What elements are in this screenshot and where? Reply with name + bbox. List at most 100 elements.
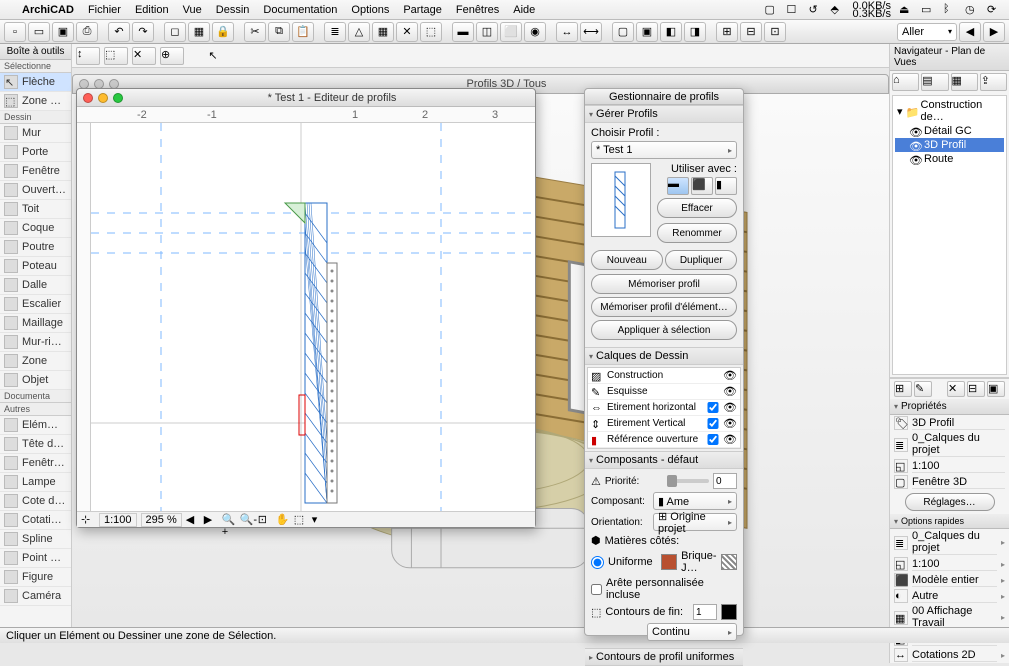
tool-open[interactable]: ▭: [28, 22, 50, 42]
material-swatch[interactable]: [661, 554, 677, 570]
toolbox-section-doc[interactable]: Documenta: [0, 390, 71, 403]
tool-layer[interactable]: ≣: [324, 22, 346, 42]
zoom-in-icon[interactable]: 🔍+: [222, 513, 236, 527]
profile-select[interactable]: * Test 1: [591, 141, 737, 159]
shield-icon[interactable]: ⬘: [830, 3, 844, 17]
reglages-button[interactable]: Réglages…: [905, 493, 995, 511]
menu-fenetres[interactable]: Fenêtres: [456, 4, 499, 16]
zoom-prev-icon[interactable]: ◀: [186, 513, 200, 527]
visibility-icon[interactable]: 👁: [723, 417, 737, 430]
tool-view1[interactable]: ▢: [612, 22, 634, 42]
tool-redo[interactable]: ↷: [132, 22, 154, 42]
quick-scale[interactable]: ◱1:100▸: [890, 556, 1009, 572]
section-calques[interactable]: Calques de Dessin: [585, 347, 743, 365]
use-column-button[interactable]: ▮: [715, 177, 737, 195]
tool-grid[interactable]: ▦: [372, 22, 394, 42]
profile-canvas[interactable]: [91, 123, 535, 511]
prop-btn-4[interactable]: ⊟: [967, 381, 985, 397]
menu-vue[interactable]: Vue: [183, 4, 202, 16]
tool-fenetre[interactable]: Fenêtre: [0, 162, 71, 181]
tool-poutre[interactable]: Poutre: [0, 238, 71, 257]
tool-camera2[interactable]: Caméra: [0, 587, 71, 606]
visibility-icon[interactable]: 👁: [723, 433, 737, 446]
quick-model[interactable]: ⬛Modèle entier▸: [890, 572, 1009, 588]
prop-btn-2[interactable]: ✎: [914, 381, 932, 397]
appliquer-button[interactable]: Appliquer à sélection: [591, 320, 737, 340]
linestyle-select[interactable]: Continu: [647, 623, 737, 641]
priorite-slider[interactable]: [667, 479, 709, 483]
uniforme-radio[interactable]: [591, 556, 604, 569]
nav-tab-layouts[interactable]: ▦: [951, 73, 978, 91]
tool-lock[interactable]: 🔒: [212, 22, 234, 42]
tool-view3[interactable]: ◧: [660, 22, 682, 42]
arete-checkbox[interactable]: [591, 584, 602, 595]
tool-wall-mode[interactable]: ▬: [452, 22, 474, 42]
infobox-mode2[interactable]: ⬚: [104, 47, 128, 65]
tool-group[interactable]: ▦: [188, 22, 210, 42]
tool-measure[interactable]: ↔: [556, 22, 578, 42]
tool-dim-tool[interactable]: ⟷: [580, 22, 602, 42]
tool-save[interactable]: ▣: [52, 22, 74, 42]
origin-icon[interactable]: ⊹: [81, 513, 95, 527]
tool-mur[interactable]: Mur: [0, 124, 71, 143]
layer-esquisse[interactable]: ✎Esquisse👁: [588, 384, 740, 400]
prop-btn-1[interactable]: ⊞: [894, 381, 912, 397]
tool-cut[interactable]: ✂: [244, 22, 266, 42]
close-icon[interactable]: [83, 93, 93, 103]
layer-reference[interactable]: ▮Référence ouverture👁: [588, 432, 740, 448]
infobox-mode1[interactable]: ↕: [76, 47, 100, 65]
tool-zone[interactable]: Zone: [0, 352, 71, 371]
tool-figure[interactable]: Figure: [0, 568, 71, 587]
tool-cotation[interactable]: Cotati…: [0, 511, 71, 530]
menu-fichier[interactable]: Fichier: [88, 4, 121, 16]
memoriser-button[interactable]: Mémoriser profil: [591, 274, 737, 294]
hatch-swatch[interactable]: [721, 554, 737, 570]
contours-fin-input[interactable]: [693, 604, 717, 620]
quick-autre[interactable]: ◐Autre▸: [890, 588, 1009, 604]
go-back[interactable]: ◀: [959, 22, 981, 42]
use-wall-button[interactable]: ▬: [667, 177, 689, 195]
tool-view2[interactable]: ▣: [636, 22, 658, 42]
tool-arrow[interactable]: ↖Flèche: [0, 73, 71, 92]
tool-roof[interactable]: △: [348, 22, 370, 42]
tool-element[interactable]: Elém…: [0, 416, 71, 435]
visibility-icon[interactable]: 👁: [723, 385, 737, 398]
app-name[interactable]: ArchiCAD: [22, 4, 74, 16]
tool-poteau[interactable]: Poteau: [0, 257, 71, 276]
layer-check[interactable]: [707, 434, 719, 445]
tool-escalier[interactable]: Escalier: [0, 295, 71, 314]
tool-objet[interactable]: Objet: [0, 371, 71, 390]
screenshot-icon[interactable]: ▢: [764, 3, 778, 17]
tool-nav1[interactable]: ⊞: [716, 22, 738, 42]
tool-nav3[interactable]: ⊡: [764, 22, 786, 42]
tool-lampe[interactable]: Lampe: [0, 473, 71, 492]
use-beam-button[interactable]: ⬛: [691, 177, 713, 195]
tree-root[interactable]: ▾📁Construction de…: [895, 98, 1004, 124]
pan-icon[interactable]: ✋: [276, 513, 290, 527]
bluetooth-icon[interactable]: ᛒ: [943, 3, 957, 17]
tool-toit[interactable]: Toit: [0, 200, 71, 219]
tool-mur-rideau[interactable]: Mur-ri…: [0, 333, 71, 352]
tool-fenetre2[interactable]: Fenêtr…: [0, 454, 71, 473]
nouveau-button[interactable]: Nouveau: [591, 250, 663, 270]
dupliquer-button[interactable]: Dupliquer: [665, 250, 737, 270]
tool-copy[interactable]: ⧉: [268, 22, 290, 42]
tool-nav2[interactable]: ⊟: [740, 22, 762, 42]
menu-edition[interactable]: Edition: [135, 4, 169, 16]
infobox-mode4[interactable]: ⊕: [160, 47, 184, 65]
go-fwd[interactable]: ▶: [983, 22, 1005, 42]
nav-tab-views[interactable]: ▤: [921, 73, 948, 91]
tool-snap[interactable]: ✕: [396, 22, 418, 42]
zoom-display[interactable]: 295 %: [141, 513, 182, 527]
visibility-icon[interactable]: 👁: [723, 401, 737, 414]
quick-dims[interactable]: ↔Cotations 2D▸: [890, 647, 1009, 663]
tool-cote[interactable]: Cote d…: [0, 492, 71, 511]
section-composants[interactable]: Composants - défaut: [585, 451, 743, 469]
tool-coque[interactable]: Coque: [0, 219, 71, 238]
tool-new[interactable]: ▫: [4, 22, 26, 42]
memoriser-elem-button[interactable]: Mémoriser profil d'élément…: [591, 297, 737, 317]
visibility-icon[interactable]: 👁: [723, 369, 737, 382]
display-icon[interactable]: ▭: [921, 3, 935, 17]
tool-point[interactable]: Point …: [0, 549, 71, 568]
zoom-icon[interactable]: [113, 93, 123, 103]
